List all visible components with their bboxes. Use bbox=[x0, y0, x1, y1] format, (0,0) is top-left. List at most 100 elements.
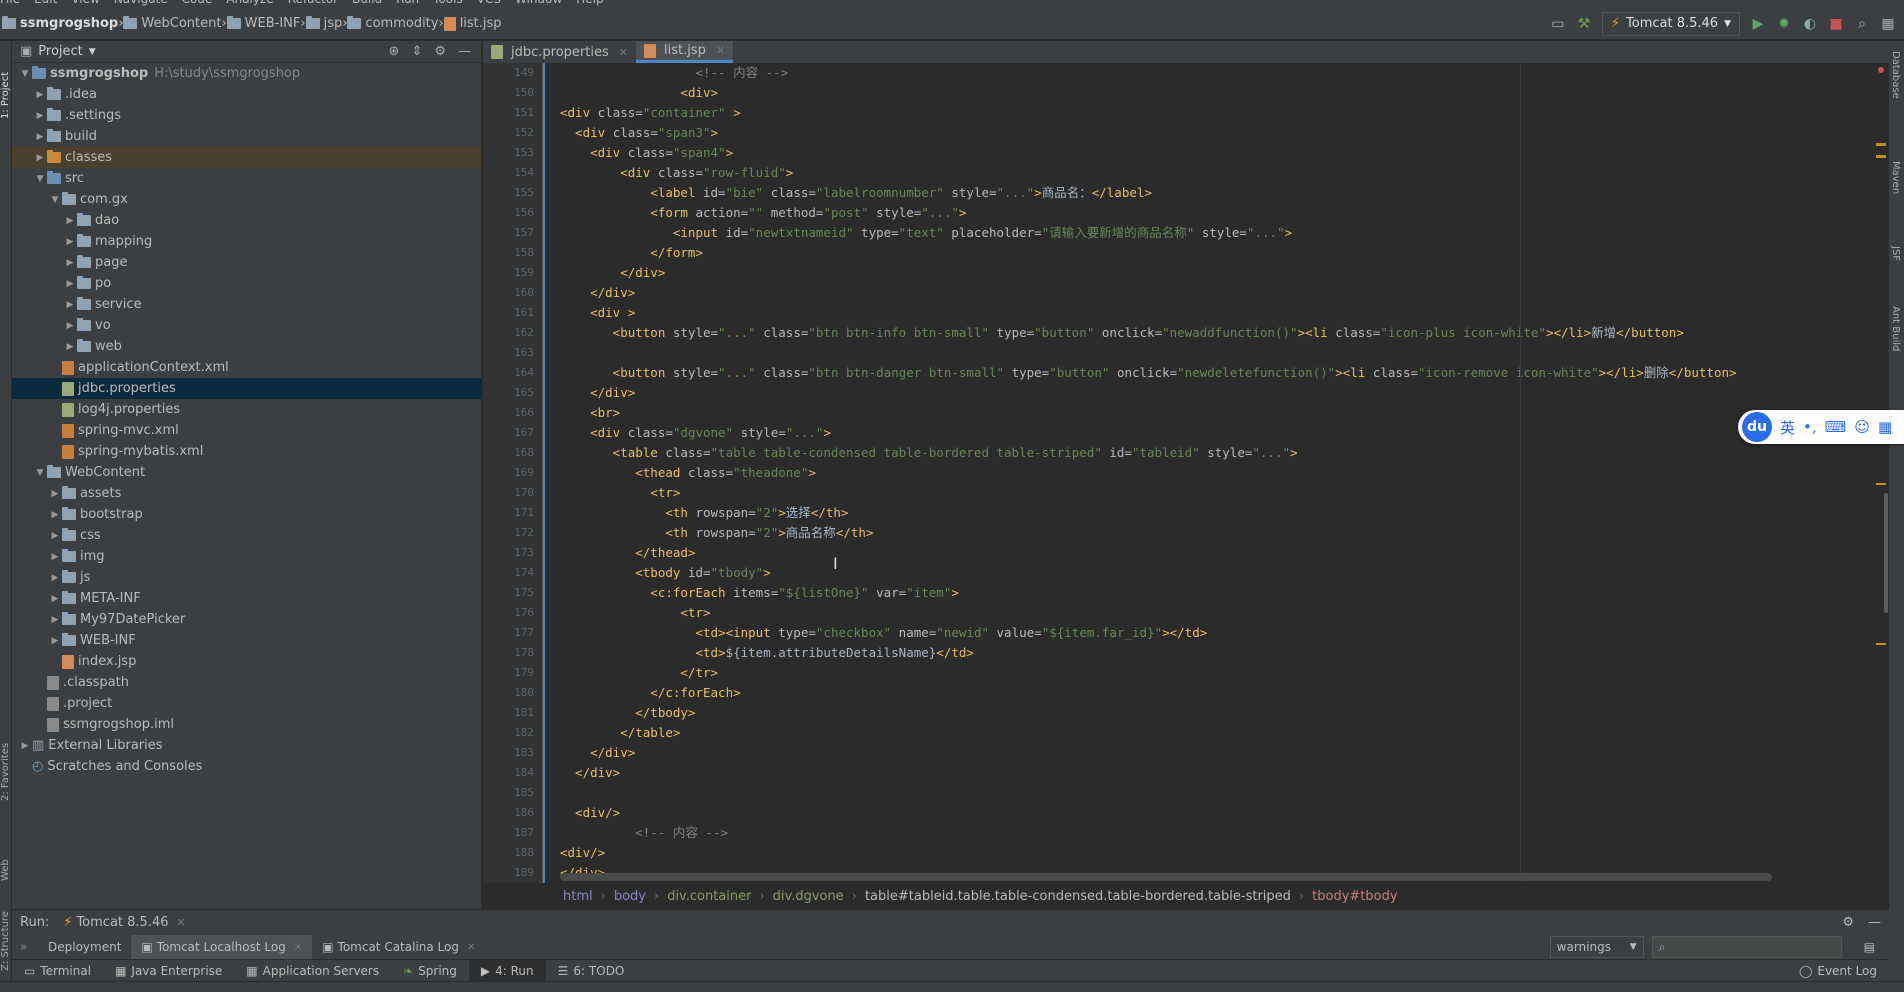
keyboard-icon[interactable]: ⌨ bbox=[1825, 418, 1847, 436]
close-icon[interactable]: ✕ bbox=[177, 916, 186, 929]
tab-spring[interactable]: ❧ Spring bbox=[391, 960, 469, 982]
tree-item[interactable]: ▼ src bbox=[12, 168, 481, 189]
tab-terminal[interactable]: ▭ Terminal bbox=[12, 960, 103, 982]
breadcrumb-item[interactable]: commodity bbox=[347, 16, 438, 31]
build-hammer-icon[interactable]: ⚒ bbox=[1576, 16, 1592, 32]
tree-item[interactable]: .classpath bbox=[12, 672, 481, 693]
jsf-tool-tab[interactable]: JSF bbox=[1889, 246, 1901, 276]
tree-item[interactable]: ssmgrogshop.iml bbox=[12, 714, 481, 735]
close-icon[interactable]: ✕ bbox=[716, 44, 725, 57]
expand-arrow-icon[interactable]: ▶ bbox=[63, 300, 77, 310]
editor-breadcrumb-item[interactable]: div.dgvone bbox=[773, 889, 844, 904]
tree-item[interactable]: ◴ Scratches and Consoles bbox=[12, 756, 481, 777]
menu-item[interactable]: File bbox=[0, 0, 20, 6]
expand-arrow-icon[interactable]: ▶ bbox=[48, 552, 62, 562]
breadcrumb-item[interactable]: list.jsp bbox=[443, 16, 502, 31]
editor-tab[interactable]: jdbc.properties ✕ bbox=[483, 41, 636, 63]
maven-tool-tab[interactable]: Maven bbox=[1889, 161, 1901, 211]
menu-item[interactable]: VCS bbox=[477, 0, 501, 6]
tree-item[interactable]: ▶ web bbox=[12, 336, 481, 357]
expand-arrow-icon[interactable]: ▼ bbox=[33, 174, 47, 184]
editor-breadcrumb-item[interactable]: html bbox=[563, 889, 593, 904]
user-icon[interactable]: ☺ bbox=[1854, 418, 1870, 436]
tree-item[interactable]: ▶ css bbox=[12, 525, 481, 546]
project-panel-title[interactable]: Project bbox=[38, 44, 82, 59]
tree-item[interactable]: ▶ .idea bbox=[12, 84, 481, 105]
event-log-button[interactable]: ◯ Event Log bbox=[1787, 960, 1889, 982]
breadcrumb-item[interactable]: WebContent bbox=[123, 16, 221, 31]
minimize-icon[interactable]: — bbox=[458, 44, 471, 59]
ime-language-toggle[interactable]: 英 bbox=[1780, 417, 1795, 438]
tree-item[interactable]: ▶ WEB-INF bbox=[12, 630, 481, 651]
tree-item[interactable]: ▶ assets bbox=[12, 483, 481, 504]
tab-tomcat-catalina-log[interactable]: ▣ Tomcat Catalina Log ✕ bbox=[312, 935, 485, 959]
minimize-icon[interactable]: — bbox=[1868, 915, 1881, 930]
apps-grid-icon[interactable]: ▦ bbox=[1878, 418, 1892, 436]
menu-item[interactable]: Code bbox=[182, 0, 213, 6]
tree-item[interactable]: spring-mvc.xml bbox=[12, 420, 481, 441]
menu-item[interactable]: Analyze bbox=[226, 0, 273, 6]
collapse-icon[interactable]: ⇕ bbox=[411, 44, 422, 59]
breadcrumb-item[interactable]: ssmgrogshop bbox=[2, 16, 118, 31]
window-icon[interactable]: ▭ bbox=[1550, 16, 1566, 32]
tree-item[interactable]: ▶ .settings bbox=[12, 105, 481, 126]
breadcrumb-item[interactable]: WEB-INF bbox=[226, 16, 300, 31]
chevron-down-icon[interactable]: ▼ bbox=[89, 47, 96, 57]
tree-item[interactable]: ▶ img bbox=[12, 546, 481, 567]
close-icon[interactable]: ✕ bbox=[619, 46, 628, 59]
expand-arrow-icon[interactable]: ▶ bbox=[48, 510, 62, 520]
expand-arrow-icon[interactable]: ▼ bbox=[48, 195, 62, 205]
search-icon[interactable]: ⌕ bbox=[1854, 16, 1870, 32]
expand-arrow-icon[interactable]: ▶ bbox=[63, 237, 77, 247]
expand-arrow-icon[interactable]: ▼ bbox=[33, 468, 47, 478]
tree-item[interactable]: .project bbox=[12, 693, 481, 714]
expand-arrow-icon[interactable]: ▶ bbox=[48, 636, 62, 646]
baidu-ime-toolbar[interactable]: du 英 •, ⌨ ☺ ▦ bbox=[1738, 410, 1904, 444]
editor-breadcrumb-item[interactable]: table#tableid.table.table-condensed.tabl… bbox=[865, 889, 1291, 904]
vertical-scrollbar[interactable] bbox=[1884, 493, 1888, 613]
gear-icon[interactable]: ⚙ bbox=[1842, 915, 1854, 930]
menu-item[interactable]: Window bbox=[515, 0, 562, 6]
tree-item[interactable]: index.jsp bbox=[12, 651, 481, 672]
tree-item[interactable]: ▶ js bbox=[12, 567, 481, 588]
grid-icon[interactable]: ▦ bbox=[1880, 16, 1896, 32]
project-tool-tab[interactable]: 1: Project bbox=[0, 49, 12, 119]
menu-item[interactable]: Help bbox=[576, 0, 603, 6]
expand-arrow-icon[interactable]: ▶ bbox=[48, 615, 62, 625]
expand-arrow-icon[interactable]: ▶ bbox=[63, 279, 77, 289]
expand-arrow-icon[interactable]: ▶ bbox=[63, 342, 77, 352]
expand-arrow-icon[interactable]: ▶ bbox=[63, 258, 77, 268]
tree-item[interactable]: ▶ dao bbox=[12, 210, 481, 231]
close-icon[interactable]: ✕ bbox=[467, 942, 475, 953]
wrap-icon[interactable]: ▤ bbox=[1864, 940, 1875, 954]
tree-item[interactable]: ▼ com.gx bbox=[12, 189, 481, 210]
expand-icon[interactable]: » bbox=[12, 940, 38, 954]
menu-item[interactable]: View bbox=[71, 0, 99, 6]
baidu-logo-icon[interactable]: du bbox=[1742, 412, 1772, 442]
tree-item[interactable]: ▶ classes bbox=[12, 147, 481, 168]
debug-icon[interactable]: ✹ bbox=[1776, 16, 1792, 32]
horizontal-scrollbar[interactable] bbox=[560, 873, 1772, 881]
tab-run[interactable]: ▶ 4: Run bbox=[468, 959, 546, 982]
run-configuration-select[interactable]: ⚡ Tomcat 8.5.46 ▼ bbox=[1601, 11, 1740, 36]
tree-item[interactable]: ▶ service bbox=[12, 294, 481, 315]
tree-item[interactable]: jdbc.properties bbox=[12, 378, 481, 399]
tree-item[interactable]: ▶ vo bbox=[12, 315, 481, 336]
expand-arrow-icon[interactable]: ▼ bbox=[18, 69, 32, 79]
expand-arrow-icon[interactable]: ▶ bbox=[63, 321, 77, 331]
breadcrumb-item[interactable]: jsp bbox=[305, 16, 342, 31]
tab-application-servers[interactable]: ▦ Application Servers bbox=[234, 960, 391, 982]
menu-item[interactable]: Run bbox=[396, 0, 419, 6]
editor-breadcrumb-item[interactable]: body bbox=[614, 889, 646, 904]
menu-item[interactable]: Refactor bbox=[288, 0, 338, 6]
expand-arrow-icon[interactable]: ▶ bbox=[33, 111, 47, 121]
expand-arrow-icon[interactable]: ▶ bbox=[18, 741, 32, 751]
favorites-tool-tab[interactable]: 2: Favorites bbox=[0, 711, 12, 801]
tab-tomcat-localhost-log[interactable]: ▣ Tomcat Localhost Log ✕ bbox=[131, 935, 313, 959]
tab-java-enterprise[interactable]: ▦ Java Enterprise bbox=[103, 960, 234, 982]
tree-item[interactable]: ▶ mapping bbox=[12, 231, 481, 252]
code-editor[interactable]: <!-- 内容 --> <div> <div class="container" … bbox=[544, 63, 1874, 883]
tab-deployment[interactable]: Deployment bbox=[38, 935, 131, 959]
tree-item[interactable]: ▶ po bbox=[12, 273, 481, 294]
menu-item[interactable]: Edit bbox=[34, 0, 57, 6]
